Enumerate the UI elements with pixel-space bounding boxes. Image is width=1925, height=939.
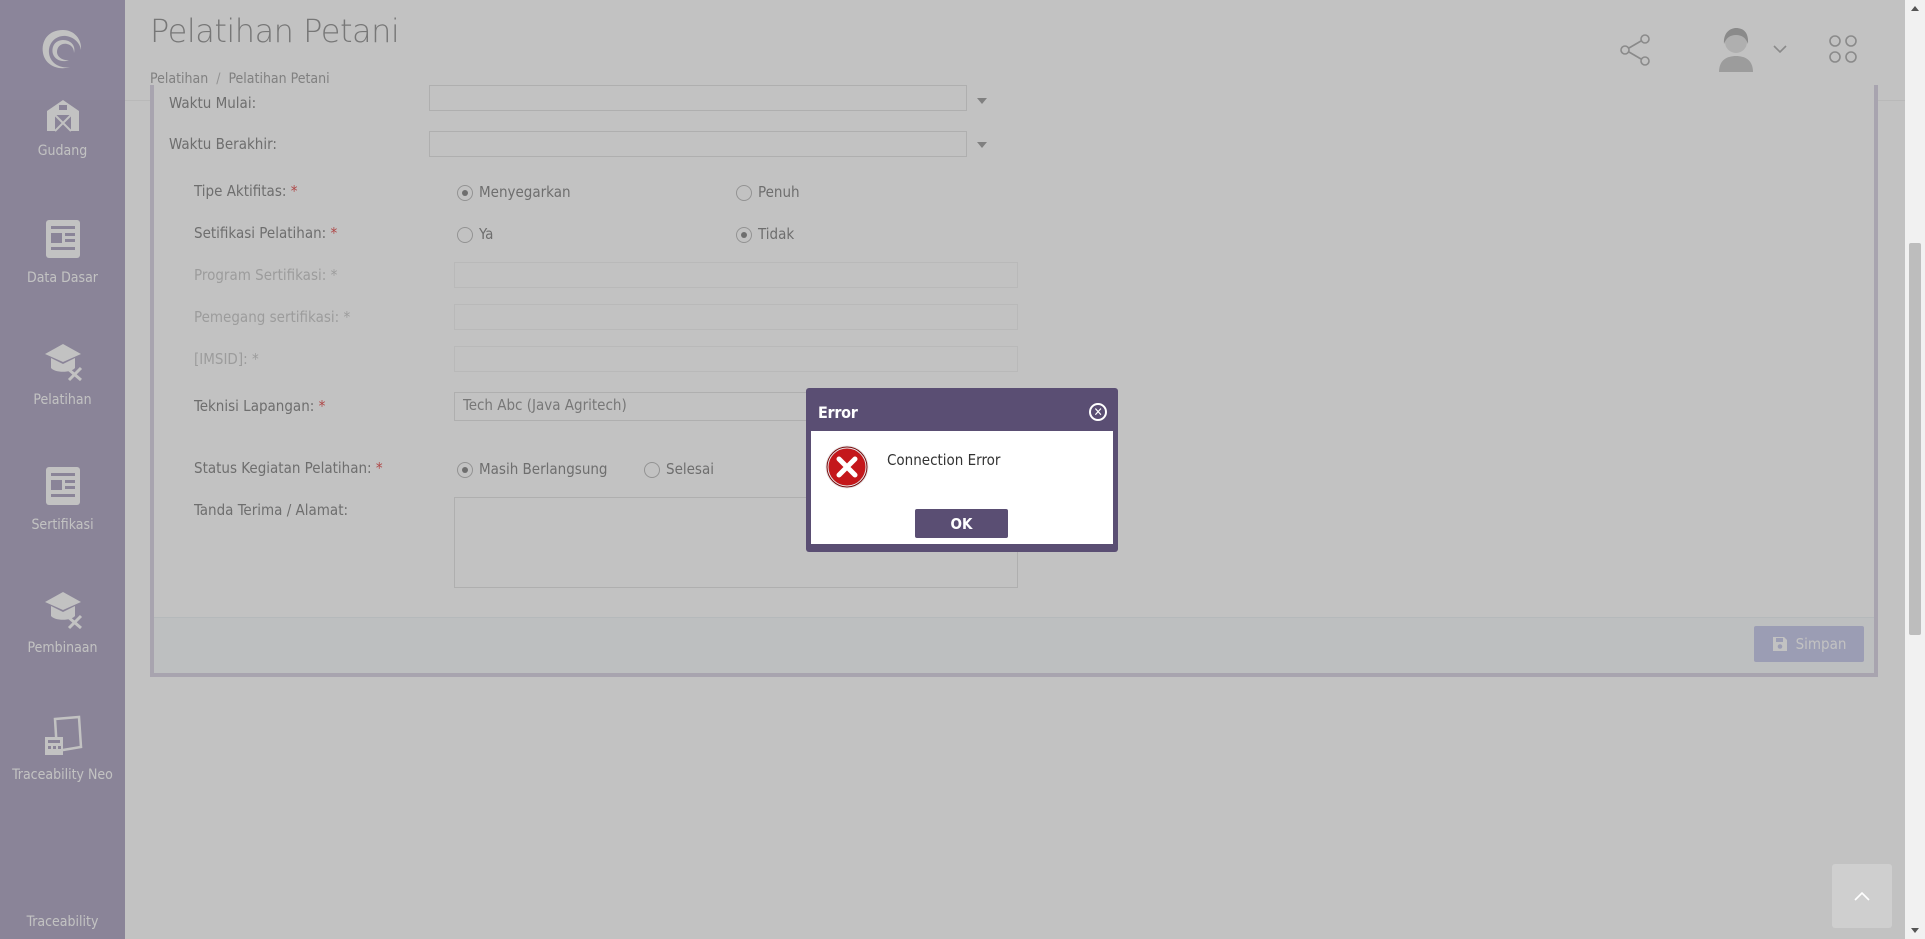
error-icon [825, 445, 869, 489]
chevron-up-icon [1854, 891, 1870, 901]
error-dialog: Error ✕ Connection Error OK [806, 388, 1118, 552]
close-icon[interactable]: ✕ [1089, 403, 1107, 421]
dialog-body: Connection Error OK [811, 431, 1113, 544]
dialog-title: Error [818, 402, 858, 422]
scrollbar-thumb[interactable] [1909, 243, 1921, 635]
dialog-titlebar: Error ✕ [811, 393, 1113, 431]
scrollbar[interactable] [1905, 0, 1925, 939]
scroll-down-arrow-icon[interactable] [1911, 928, 1919, 933]
dialog-message: Connection Error [887, 451, 1001, 469]
ok-button[interactable]: OK [915, 509, 1008, 538]
scroll-up-arrow-icon[interactable] [1911, 6, 1919, 11]
back-to-top-button[interactable] [1832, 864, 1892, 928]
